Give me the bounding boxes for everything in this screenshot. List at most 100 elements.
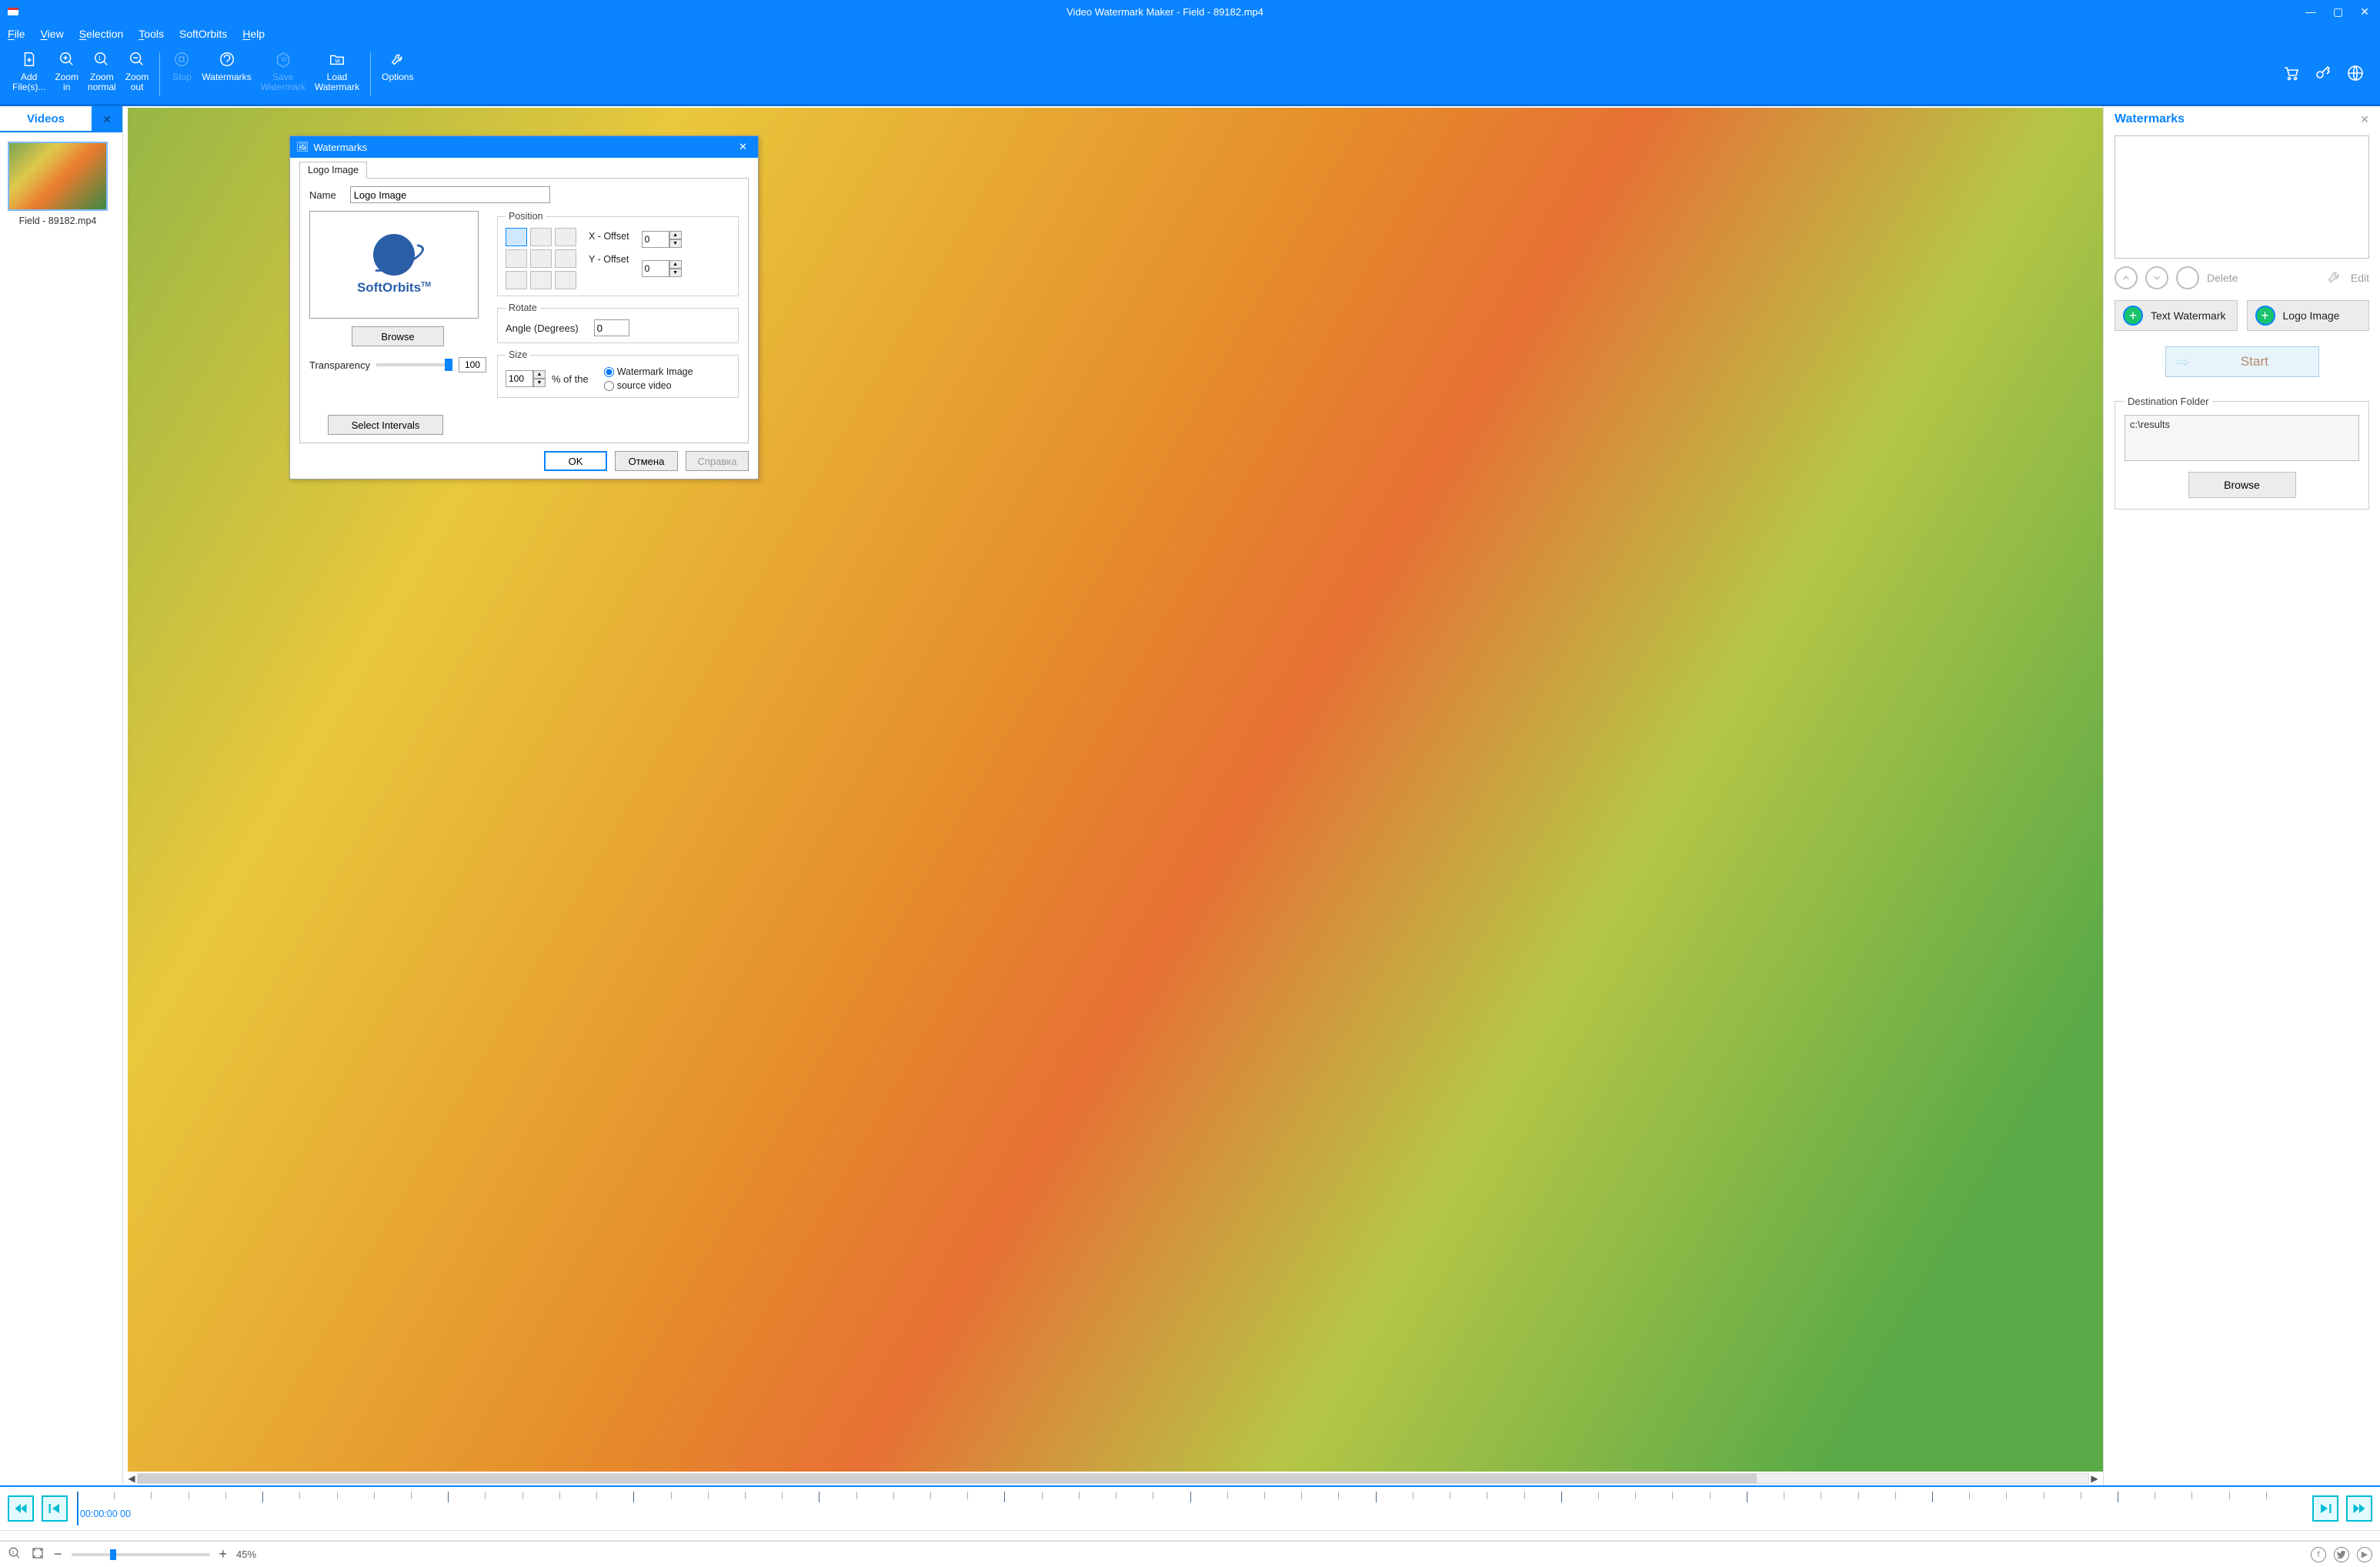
pos-bc[interactable] xyxy=(530,271,552,289)
thumbnail-image xyxy=(8,142,108,211)
zoom-minus-button[interactable]: − xyxy=(54,1546,62,1562)
help-button[interactable]: Справка xyxy=(686,451,749,471)
load-watermark-icon: W xyxy=(327,49,347,69)
browse-folder-button[interactable]: Browse xyxy=(2188,472,2296,498)
cart-icon[interactable] xyxy=(2282,64,2300,85)
globe-icon[interactable] xyxy=(2346,64,2365,85)
panel-close-button[interactable]: ✕ xyxy=(2360,113,2369,126)
angle-input[interactable] xyxy=(594,319,629,336)
menu-tools[interactable]: Tools xyxy=(139,28,164,40)
delete-label[interactable]: Delete xyxy=(2207,272,2238,284)
rewind-start-button[interactable] xyxy=(8,1495,34,1522)
zoom-normal-button[interactable]: 1 Zoomnormal xyxy=(83,48,121,101)
scroll-right-icon[interactable]: ▶ xyxy=(2089,1473,2100,1484)
x-offset-down[interactable]: ▼ xyxy=(669,239,682,248)
window-title: Video Watermark Maker - Field - 89182.mp… xyxy=(25,6,2305,18)
pos-ml[interactable] xyxy=(506,249,527,268)
pos-mc[interactable] xyxy=(530,249,552,268)
start-button[interactable]: ⇨ Start xyxy=(2165,346,2319,377)
move-down-button[interactable] xyxy=(2145,266,2168,289)
add-files-button[interactable]: AddFile(s)... xyxy=(8,48,50,101)
radio-watermark-image[interactable]: Watermark Image xyxy=(604,366,693,377)
fast-forward-end-button[interactable] xyxy=(2346,1495,2372,1522)
destination-path[interactable]: c:\results xyxy=(2125,415,2359,461)
zoom-slider[interactable] xyxy=(72,1553,210,1556)
timeline-track[interactable] xyxy=(0,1530,2380,1541)
video-thumbnail[interactable]: Field - 89182.mp4 xyxy=(8,142,108,226)
pos-br[interactable] xyxy=(555,271,576,289)
watermarks-button[interactable]: Watermarks xyxy=(197,48,255,101)
zoom-plus-button[interactable]: + xyxy=(219,1546,228,1562)
y-offset-up[interactable]: ▲ xyxy=(669,260,682,269)
name-input[interactable] xyxy=(350,186,550,203)
videos-panel: Videos ✕ Field - 89182.mp4 xyxy=(0,106,123,1485)
pos-bl[interactable] xyxy=(506,271,527,289)
cancel-button[interactable]: Отмена xyxy=(615,451,678,471)
twitter-icon[interactable] xyxy=(2334,1547,2349,1562)
y-offset-input[interactable] xyxy=(642,260,669,277)
videos-close-button[interactable]: ✕ xyxy=(92,106,122,132)
size-fieldset: Size ▲▼ % of the Watermark Image source … xyxy=(497,349,739,398)
svg-text:1: 1 xyxy=(98,55,102,62)
dialog-titlebar[interactable]: 🖼 Watermarks ✕ xyxy=(290,136,758,158)
stop-icon xyxy=(172,49,192,69)
zoom-reset-icon[interactable]: 1 xyxy=(8,1546,22,1562)
menu-selection[interactable]: Selection xyxy=(79,28,124,40)
watermark-icon xyxy=(217,49,237,69)
step-back-button[interactable] xyxy=(42,1495,68,1522)
ribbon-toolbar: AddFile(s)... Zoomin 1 Zoomnormal Zoomou… xyxy=(0,45,2380,106)
menu-view[interactable]: View xyxy=(41,28,64,40)
transparency-input[interactable] xyxy=(459,357,486,373)
menu-file[interactable]: File xyxy=(8,28,25,40)
minimize-button[interactable]: — xyxy=(2305,5,2316,18)
video-preview[interactable]: 🖼 Watermarks ✕ Logo Image Name xyxy=(128,108,2103,1472)
preview-panel: 🖼 Watermarks ✕ Logo Image Name xyxy=(123,106,2103,1485)
pos-mr[interactable] xyxy=(555,249,576,268)
youtube-icon[interactable]: ▶ xyxy=(2357,1547,2372,1562)
maximize-button[interactable]: ▢ xyxy=(2333,5,2343,18)
size-input[interactable] xyxy=(506,370,533,387)
ok-button[interactable]: OK xyxy=(544,451,607,471)
size-up[interactable]: ▲ xyxy=(533,370,546,379)
facebook-icon[interactable]: f xyxy=(2311,1547,2326,1562)
videos-tab[interactable]: Videos xyxy=(0,106,92,132)
timeline-ruler[interactable]: 00:00:00 00 xyxy=(77,1492,2303,1525)
transparency-slider[interactable] xyxy=(376,363,452,366)
menu-softorbits[interactable]: SoftOrbits xyxy=(179,28,227,40)
save-watermark-button[interactable]: W SaveWatermark xyxy=(256,48,310,101)
dialog-close-button[interactable]: ✕ xyxy=(734,141,752,153)
fit-window-icon[interactable] xyxy=(31,1546,45,1562)
timecode: 00:00:00 00 xyxy=(80,1509,131,1519)
logo-image-button[interactable]: +Logo Image xyxy=(2247,300,2370,331)
step-forward-button[interactable] xyxy=(2312,1495,2338,1522)
transparency-label: Transparency xyxy=(309,359,370,371)
x-offset-input[interactable] xyxy=(642,231,669,248)
edit-label[interactable]: Edit xyxy=(2351,272,2369,284)
options-button[interactable]: Options xyxy=(377,48,418,101)
text-watermark-button[interactable]: +Text Watermark xyxy=(2115,300,2238,331)
menu-help[interactable]: Help xyxy=(242,28,265,40)
watermarks-list[interactable] xyxy=(2115,135,2369,259)
zoom-out-button[interactable]: Zoomout xyxy=(121,48,154,101)
close-button[interactable]: ✕ xyxy=(2360,5,2369,18)
zoom-out-icon xyxy=(127,49,147,69)
load-watermark-button[interactable]: W LoadWatermark xyxy=(310,48,364,101)
browse-image-button[interactable]: Browse xyxy=(352,326,444,346)
move-up-button[interactable] xyxy=(2115,266,2138,289)
pos-tr[interactable] xyxy=(555,228,576,246)
x-offset-up[interactable]: ▲ xyxy=(669,231,682,239)
pos-tl[interactable] xyxy=(506,228,527,246)
key-icon[interactable] xyxy=(2314,64,2332,85)
pos-tc[interactable] xyxy=(530,228,552,246)
select-intervals-button[interactable]: Select Intervals xyxy=(328,415,443,435)
remove-button[interactable] xyxy=(2176,266,2199,289)
scroll-left-icon[interactable]: ◀ xyxy=(126,1473,137,1484)
y-offset-down[interactable]: ▼ xyxy=(669,269,682,277)
stop-button[interactable]: Stop xyxy=(166,48,197,101)
horizontal-scrollbar[interactable]: ◀ ▶ xyxy=(123,1472,2103,1485)
radio-source-video[interactable]: source video xyxy=(604,380,693,391)
dialog-tab-logo-image[interactable]: Logo Image xyxy=(299,162,367,179)
zoom-in-button[interactable]: Zoomin xyxy=(50,48,83,101)
wrench-edit-icon[interactable] xyxy=(2326,269,2343,288)
size-down[interactable]: ▼ xyxy=(533,379,546,387)
